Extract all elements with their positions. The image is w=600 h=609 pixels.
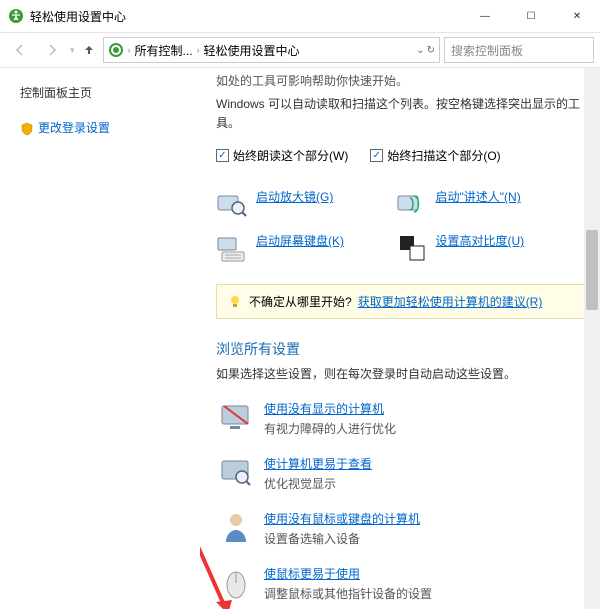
tool-osk[interactable]: 启动屏幕键盘(K) <box>216 226 396 270</box>
sidebar-home-link[interactable]: 控制面板主页 <box>20 84 188 101</box>
tool-magnifier[interactable]: 启动放大镜(G) <box>216 182 396 226</box>
ease-of-access-icon <box>8 8 24 24</box>
opt-no-display[interactable]: 使用没有显示的计算机有视力障碍的人进行优化 <box>216 398 590 439</box>
search-input[interactable]: 搜索控制面板 <box>444 37 594 63</box>
history-dropdown[interactable]: ▾ <box>70 45 75 56</box>
chevron-right-icon: › <box>195 45 202 55</box>
opt-easy-see[interactable]: 使计算机更易于查看优化视觉显示 <box>216 453 590 494</box>
narrator-icon <box>396 188 428 220</box>
keyboard-icon <box>216 232 248 264</box>
breadcrumb[interactable]: › 所有控制... › 轻松使用设置中心 ⌄↻ <box>103 37 440 63</box>
intro-truncated: 如处的工具可影响帮助你快速开始。 <box>216 72 590 89</box>
forward-button[interactable] <box>38 36 66 64</box>
hint-bar: 不确定从哪里开始? 获取更加轻松使用计算机的建议(R) <box>216 284 590 319</box>
navbar: ▾ › 所有控制... › 轻松使用设置中心 ⌄↻ 搜索控制面板 <box>0 32 600 68</box>
tool-narrator[interactable]: 启动"讲述人"(N) <box>396 182 576 226</box>
opt-mouse[interactable]: 使鼠标更易于使用调整鼠标或其他指针设备的设置 <box>216 563 590 604</box>
back-button[interactable] <box>6 36 34 64</box>
breadcrumb-item[interactable]: 轻松使用设置中心 <box>204 42 300 59</box>
hint-question: 不确定从哪里开始? <box>249 293 352 310</box>
hint-link[interactable]: 获取更加轻松使用计算机的建议(R) <box>358 293 543 310</box>
contrast-icon <box>396 232 428 264</box>
breadcrumb-dropdown[interactable]: ⌄ <box>416 45 424 56</box>
refresh-button[interactable]: ↻ <box>427 45 435 56</box>
sidebar-login-link[interactable]: 更改登录设置 <box>20 119 188 136</box>
browse-heading: 浏览所有设置 <box>216 339 590 359</box>
window-title: 轻松使用设置中心 <box>30 8 462 25</box>
tool-contrast[interactable]: 设置高对比度(U) <box>396 226 576 270</box>
search-placeholder: 搜索控制面板 <box>451 42 523 59</box>
shield-icon <box>20 122 34 136</box>
always-read-checkbox[interactable]: ✓ 始终朗读这个部分(W) <box>216 147 348 164</box>
scrollbar[interactable] <box>584 68 600 609</box>
up-button[interactable] <box>79 36 99 64</box>
intro-text: Windows 可以自动读取和扫描这个列表。按空格键选择突出显示的工具。 <box>216 95 590 133</box>
checkbox-icon: ✓ <box>216 149 229 162</box>
titlebar: 轻松使用设置中心 — ☐ ✕ <box>0 0 600 32</box>
lightbulb-icon <box>227 294 243 310</box>
monitor-off-icon <box>218 400 254 436</box>
maximize-button[interactable]: ☐ <box>508 0 554 32</box>
mouse-icon <box>218 565 254 601</box>
breadcrumb-item[interactable]: 所有控制... <box>135 42 193 59</box>
breadcrumb-icon <box>108 42 124 58</box>
browse-sub: 如果选择这些设置，则在每次登录时自动启动这些设置。 <box>216 365 590 382</box>
magnifier-icon <box>216 188 248 220</box>
minimize-button[interactable]: — <box>462 0 508 32</box>
opt-no-mouse[interactable]: 使用没有鼠标或键盘的计算机设置备选输入设备 <box>216 508 590 549</box>
chevron-right-icon: › <box>126 45 133 55</box>
always-scan-checkbox[interactable]: ✓ 始终扫描这个部分(O) <box>370 147 500 164</box>
content-area: 如处的工具可影响帮助你快速开始。 Windows 可以自动读取和扫描这个列表。按… <box>200 68 600 609</box>
monitor-zoom-icon <box>218 455 254 491</box>
sidebar: 控制面板主页 更改登录设置 <box>0 68 200 609</box>
person-icon <box>218 510 254 546</box>
close-button[interactable]: ✕ <box>554 0 600 32</box>
checkbox-icon: ✓ <box>370 149 383 162</box>
